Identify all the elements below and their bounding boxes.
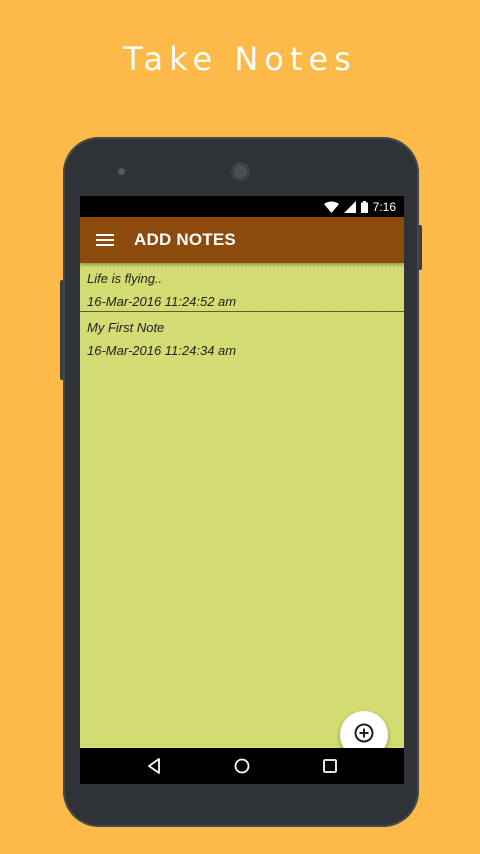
signal-icon xyxy=(343,200,356,213)
note-date: 16-Mar-2016 11:24:52 am xyxy=(87,294,237,309)
note-date: 16-Mar-2016 11:24:34 am xyxy=(87,343,237,358)
list-item[interactable]: My First Note 16-Mar-2016 11:24:34 am xyxy=(80,312,404,360)
phone-sensor xyxy=(118,168,125,175)
add-circle-icon xyxy=(354,723,374,748)
home-icon[interactable] xyxy=(234,758,250,774)
app-bar: ADD NOTES xyxy=(80,217,404,263)
notes-list: Life is flying.. 16-Mar-2016 11:24:52 am… xyxy=(80,263,404,759)
note-title: Life is flying.. xyxy=(87,271,163,286)
phone-screen: 7:16 ADD NOTES Life is flying.. 16-Mar-2… xyxy=(80,196,404,784)
promo-headline: Take Notes xyxy=(123,40,357,78)
phone-camera xyxy=(231,162,250,181)
menu-icon[interactable] xyxy=(96,234,114,246)
navigation-bar xyxy=(80,748,404,784)
status-bar: 7:16 xyxy=(80,196,404,217)
battery-icon xyxy=(360,200,368,213)
app-title: ADD NOTES xyxy=(134,230,236,249)
recents-icon[interactable] xyxy=(322,758,338,774)
note-title: My First Note xyxy=(87,320,165,335)
status-time: 7:16 xyxy=(372,199,396,214)
list-item[interactable]: Life is flying.. 16-Mar-2016 11:24:52 am xyxy=(80,263,404,312)
back-icon[interactable] xyxy=(146,758,162,774)
wifi-icon xyxy=(323,201,339,213)
